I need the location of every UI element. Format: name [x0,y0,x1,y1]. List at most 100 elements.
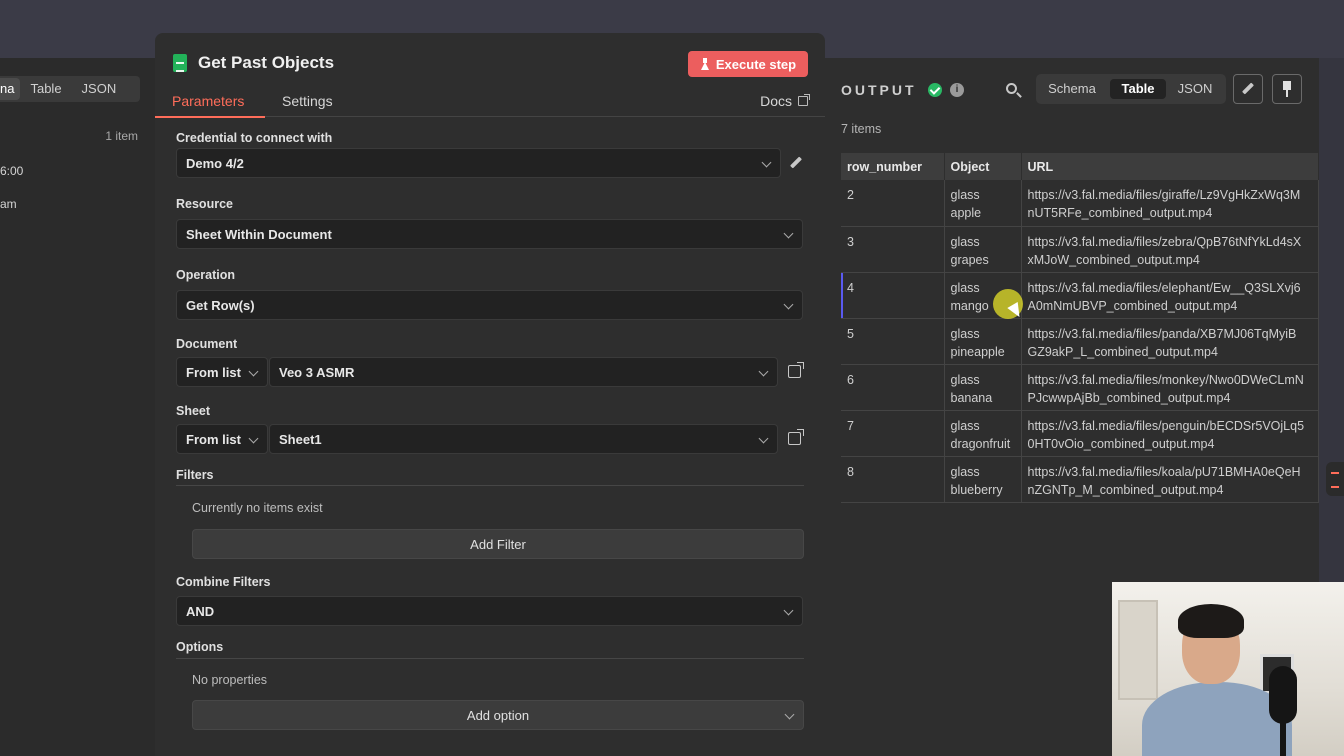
chevron-down-icon [783,605,794,616]
search-icon[interactable] [1006,83,1017,94]
external-link-icon [798,94,810,106]
table-row[interactable]: 7 glass dragonfruit https://v3.fal.media… [841,410,1319,457]
cell-url: https://v3.fal.media/files/penguin/bECDS… [1021,410,1319,457]
microphone-arm [1280,722,1286,756]
cell-url: https://v3.fal.media/files/koala/pU71BMH… [1021,456,1319,503]
edit-output-button[interactable] [1233,74,1263,104]
presenter-hair [1178,604,1244,638]
add-option-button[interactable]: Add option [192,700,804,730]
chevron-down-icon [758,366,769,377]
cell-row-number: 5 [841,318,945,365]
document-select[interactable]: Veo 3 ASMR [269,357,778,387]
output-view-tabs: Schema Table JSON [1036,74,1226,104]
tab-parameters[interactable]: Parameters [172,93,244,109]
background-window [1118,600,1158,700]
operation-select[interactable]: Get Row(s) [176,290,803,320]
divider [176,658,804,659]
chevron-down-icon [784,709,795,720]
table-row[interactable]: 6 glass banana https://v3.fal.media/file… [841,364,1319,411]
webcam-overlay [1112,582,1344,756]
combine-filters-value: AND [186,603,215,619]
cell-url: https://v3.fal.media/files/panda/XB7MJ06… [1021,318,1319,365]
document-mode-select[interactable]: From list [176,357,268,387]
sheet-label: Sheet [176,404,211,418]
output-items-count: 7 items [841,122,882,136]
open-sheet-icon[interactable] [788,429,804,445]
chevron-down-icon [758,433,769,444]
input-tab-table[interactable]: Table [20,78,71,100]
column-header[interactable]: Object [944,153,1022,180]
table-row[interactable]: 2 glass apple https://v3.fal.media/files… [841,180,1319,227]
docs-label: Docs [760,93,792,109]
cell-object: glass pineapple [944,318,1022,365]
credential-select[interactable]: Demo 4/2 [176,148,781,178]
document-mode-value: From list [186,364,241,380]
credential-label: Credential to connect with [176,131,333,145]
chevron-down-icon [248,433,259,444]
chevron-down-icon [761,157,772,168]
operation-label: Operation [176,268,236,282]
output-table: row_number Object URL 2 glass apple http… [841,153,1319,503]
cell-url: https://v3.fal.media/files/monkey/Nwo0DW… [1021,364,1319,411]
filters-label: Filters [176,468,214,482]
filters-empty-text: Currently no items exist [192,501,323,515]
table-row[interactable]: 4 glass mango https://v3.fal.media/files… [841,272,1319,319]
cell-row-number: 6 [841,364,945,411]
input-tab-schema[interactable]: na [0,78,21,100]
table-row[interactable]: 5 glass pineapple https://v3.fal.media/f… [841,318,1319,365]
google-sheets-icon [173,54,187,72]
chevron-down-icon [783,228,794,239]
edit-credential-icon[interactable] [789,156,803,170]
cell-row-number: 8 [841,456,945,503]
side-panel-toggle-icon[interactable] [1326,462,1344,496]
resource-select[interactable]: Sheet Within Document [176,219,803,249]
input-panel: na Table JSON 1 item 6:00 am [0,58,155,756]
flask-icon [700,58,710,70]
docs-link[interactable]: Docs [760,93,810,109]
document-label: Document [176,337,238,351]
column-header[interactable]: row_number [841,153,945,180]
cell-row-number: 3 [841,226,945,273]
options-label: Options [176,640,224,654]
sheet-select[interactable]: Sheet1 [269,424,778,454]
open-document-icon[interactable] [788,362,804,378]
execute-step-label: Execute step [715,56,797,72]
cell-row-number: 4 [841,272,945,319]
output-tab-table[interactable]: Table [1110,79,1166,99]
cell-url: https://v3.fal.media/files/giraffe/Lz9Vg… [1021,180,1319,227]
column-header[interactable]: URL [1021,153,1319,180]
input-value: 6:00 [0,164,24,178]
pencil-icon [1241,82,1255,96]
cell-object: glass apple [944,180,1022,227]
microphone-icon [1269,666,1297,724]
cell-object: glass dragonfruit [944,410,1022,457]
document-value: Veo 3 ASMR [279,364,355,380]
input-value: am [0,197,17,211]
chevron-down-icon [248,366,259,377]
node-header: Get Past Objects Execute step Parameters… [155,33,825,118]
sheet-mode-select[interactable]: From list [176,424,268,454]
add-filter-button[interactable]: Add Filter [192,529,804,559]
add-filter-label: Add Filter [470,536,526,552]
execute-step-button[interactable]: Execute step [688,51,808,77]
cell-url: https://v3.fal.media/files/zebra/QpB76tN… [1021,226,1319,273]
table-row[interactable]: 3 glass grapes https://v3.fal.media/file… [841,226,1319,273]
node-title[interactable]: Get Past Objects [198,53,334,73]
sheet-value: Sheet1 [279,431,322,447]
credential-value: Demo 4/2 [186,155,244,171]
operation-value: Get Row(s) [186,297,255,313]
pin-data-button[interactable] [1272,74,1302,104]
tab-settings[interactable]: Settings [282,93,333,109]
combine-filters-select[interactable]: AND [176,596,803,626]
options-empty-text: No properties [192,673,268,687]
divider [176,485,804,486]
table-row[interactable]: 8 glass blueberry https://v3.fal.media/f… [841,456,1319,503]
output-tab-json[interactable]: JSON [1170,79,1220,99]
input-tab-json[interactable]: JSON [72,78,127,100]
output-tab-schema[interactable]: Schema [1042,79,1102,99]
combine-filters-label: Combine Filters [176,575,271,589]
output-title: OUTPUT [841,82,917,98]
active-tab-indicator [155,116,265,118]
info-icon[interactable]: i [950,83,964,97]
input-items-count: 1 item [105,129,138,143]
